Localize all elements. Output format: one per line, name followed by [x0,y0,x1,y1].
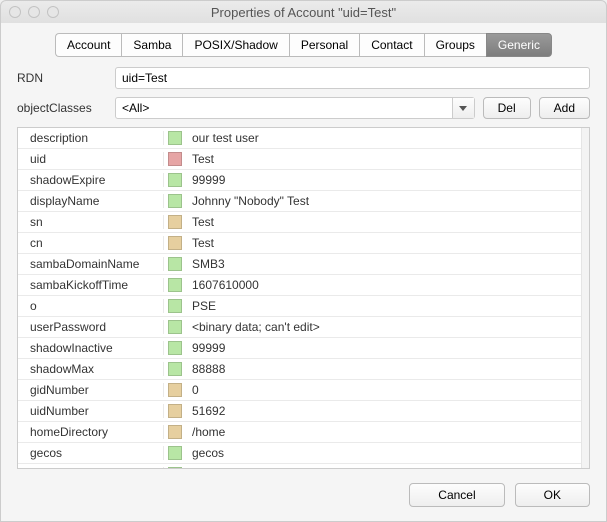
objectclasses-dropdown[interactable]: <All> [115,97,475,119]
titlebar: Properties of Account "uid=Test" [1,1,606,23]
attr-color-icon [164,446,186,460]
attr-color-icon [164,425,186,439]
attr-color-icon [164,362,186,376]
table-row[interactable]: gecos gecos [18,443,581,464]
rdn-input[interactable] [115,67,590,89]
attr-color-icon [164,152,186,166]
tab-samba[interactable]: Samba [121,33,182,57]
table-row[interactable]: sambaDomainName SMB3 [18,254,581,275]
objectclasses-label: objectClasses [17,101,107,115]
window: Properties of Account "uid=Test" Account… [0,0,607,522]
attr-name: description [18,131,164,145]
attr-color-icon [164,320,186,334]
attr-value[interactable]: gecos [186,446,581,460]
zoom-light[interactable] [47,6,59,18]
attr-value[interactable]: 1607610000 [186,278,581,292]
scrollbar[interactable] [581,128,589,468]
attr-name: homeDirectory [18,425,164,439]
content: AccountSambaPOSIX/ShadowPersonalContactG… [1,23,606,469]
ok-button[interactable]: OK [515,483,590,507]
table-row[interactable]: shadowInactive 99999 [18,338,581,359]
tab-groups[interactable]: Groups [424,33,486,57]
table-row[interactable]: sambaAcctFlags [U] [18,464,581,468]
attr-value[interactable]: 99999 [186,173,581,187]
attr-color-icon [164,299,186,313]
attr-table: description our test user uid Test shadowExp… [17,127,590,469]
attr-value[interactable]: our test user [186,131,581,145]
minimize-light[interactable] [28,6,40,18]
attr-color-icon [164,236,186,250]
tab-posix-shadow[interactable]: POSIX/Shadow [182,33,288,57]
attr-value[interactable]: 88888 [186,362,581,376]
rdn-label: RDN [17,71,107,85]
attr-color-icon [164,215,186,229]
attr-name: gidNumber [18,383,164,397]
table-row[interactable]: userPassword <binary data; can't edit> [18,317,581,338]
table-row[interactable]: gidNumber 0 [18,380,581,401]
attr-name: displayName [18,194,164,208]
attr-value[interactable]: SMB3 [186,257,581,271]
table-row[interactable]: shadowMax 88888 [18,359,581,380]
traffic-lights [9,6,59,18]
table-row[interactable]: sn Test [18,212,581,233]
objectclasses-row: objectClasses <All> Del Add [17,97,590,119]
tab-personal[interactable]: Personal [289,33,359,57]
attr-color-icon [164,467,186,468]
tabs: AccountSambaPOSIX/ShadowPersonalContactG… [17,33,590,57]
tab-account[interactable]: Account [55,33,121,57]
attr-color-icon [164,131,186,145]
attr-value[interactable]: 0 [186,383,581,397]
window-title: Properties of Account "uid=Test" [1,5,606,20]
attr-name: uidNumber [18,404,164,418]
cancel-button[interactable]: Cancel [409,483,504,507]
objectclasses-selected: <All> [116,101,452,115]
attr-name: shadowInactive [18,341,164,355]
table-row[interactable]: homeDirectory/home [18,422,581,443]
add-button[interactable]: Add [539,97,590,119]
attr-name: sambaDomainName [18,257,164,271]
attr-color-icon [164,404,186,418]
rdn-row: RDN [17,67,590,89]
table-row[interactable]: sambaKickoffTime 1607610000 [18,275,581,296]
attr-name: shadowMax [18,362,164,376]
table-row[interactable]: description our test user [18,128,581,149]
table-row[interactable]: displayName Johnny "Nobody" Test [18,191,581,212]
attr-color-icon [164,194,186,208]
attr-name: uid [18,152,164,166]
attr-value[interactable]: /home [186,425,581,439]
table-row[interactable]: cn Test [18,233,581,254]
attr-value[interactable]: [U] [186,467,581,468]
attr-color-icon [164,257,186,271]
attr-color-icon [164,278,186,292]
attr-value[interactable]: Test [186,152,581,166]
attr-name: shadowExpire [18,173,164,187]
attr-name: sn [18,215,164,229]
attr-value[interactable]: Test [186,215,581,229]
tab-contact[interactable]: Contact [359,33,423,57]
footer: Cancel OK [1,469,606,521]
attr-color-icon [164,173,186,187]
table-row[interactable]: shadowExpire 99999 [18,170,581,191]
del-button[interactable]: Del [483,97,531,119]
attr-value[interactable]: Johnny "Nobody" Test [186,194,581,208]
attr-name: o [18,299,164,313]
attr-name: gecos [18,446,164,460]
chevron-down-icon[interactable] [452,98,474,118]
attr-name: sambaAcctFlags [18,467,164,468]
attr-value[interactable]: PSE [186,299,581,313]
attr-value[interactable]: Test [186,236,581,250]
attr-color-icon [164,383,186,397]
attr-color-icon [164,341,186,355]
attr-name: sambaKickoffTime [18,278,164,292]
table-row[interactable]: uidNumber 51692 [18,401,581,422]
close-light[interactable] [9,6,21,18]
table-row[interactable]: uid Test [18,149,581,170]
tab-generic[interactable]: Generic [486,33,552,57]
table-row[interactable]: o PSE [18,296,581,317]
attr-name: userPassword [18,320,164,334]
attr-name: cn [18,236,164,250]
attr-value[interactable]: 99999 [186,341,581,355]
attr-value[interactable]: 51692 [186,404,581,418]
attr-value[interactable]: <binary data; can't edit> [186,320,581,334]
